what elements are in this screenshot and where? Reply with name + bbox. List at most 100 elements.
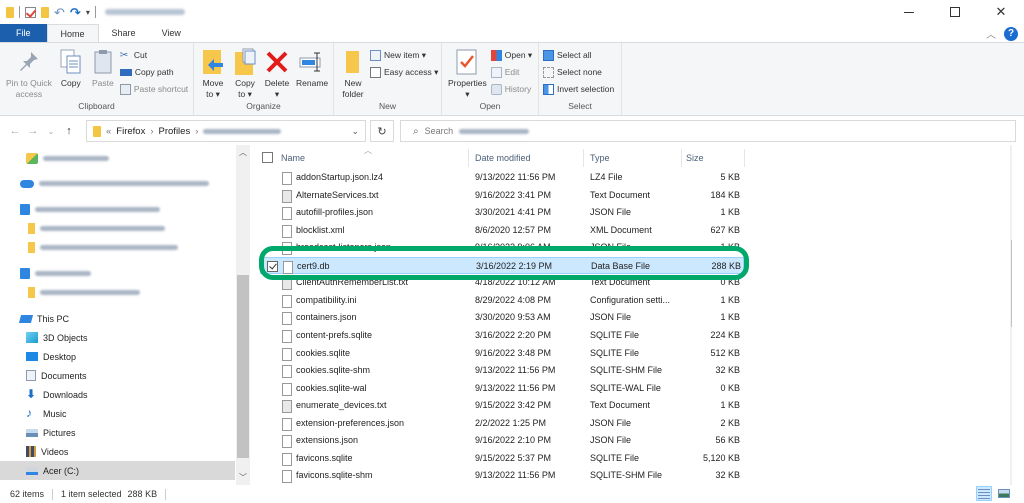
scroll-down-icon[interactable]: ﹀ [236, 472, 250, 483]
paste-shortcut-button[interactable]: Paste shortcut [119, 82, 188, 96]
nav-item-3d-objects[interactable]: 3D Objects [0, 328, 235, 347]
file-row[interactable]: cookies.sqlite-shm 9/13/2022 11:56 PM SQLI… [252, 362, 752, 380]
history-button[interactable]: History [490, 82, 532, 96]
tab-share[interactable]: Share [99, 24, 149, 42]
breadcrumb-separator[interactable]: › [150, 126, 153, 137]
file-row[interactable]: extension-preferences.json 2/2/2022 1:25 … [252, 415, 752, 433]
nav-item-this-pc[interactable]: This PC [0, 309, 235, 328]
details-view-button[interactable] [976, 486, 992, 501]
column-header-date[interactable]: Date modified [475, 153, 531, 163]
column-header-type[interactable]: Type [590, 153, 610, 163]
up-button[interactable]: ↑ [60, 125, 78, 137]
breadcrumb-overflow[interactable]: « [106, 126, 111, 137]
file-row[interactable]: broadcast-listeners.json 9/16/2022 9:06 A… [252, 239, 752, 257]
paste-button[interactable]: Paste [88, 47, 118, 89]
copy-to-button[interactable]: Copy to ▾ [230, 47, 260, 100]
file-row[interactable]: content-prefs.sqlite 3/16/2022 2:20 PM SQL… [252, 327, 752, 345]
column-divider[interactable] [744, 149, 745, 167]
nav-item-redacted[interactable] [0, 238, 235, 257]
breadcrumb-profiles[interactable]: Profiles [159, 126, 191, 137]
new-folder-button[interactable]: New folder [338, 47, 368, 100]
file-row[interactable]: blocklist.xml 8/6/2020 12:57 PM XML Docume… [252, 222, 752, 240]
properties-button[interactable]: Properties ▾ [446, 47, 489, 100]
search-box[interactable]: ⌕ Search [400, 120, 1016, 142]
back-button[interactable]: ← [6, 125, 24, 137]
copy-button[interactable]: Copy [56, 47, 86, 89]
file-row[interactable]: ClientAuthRememberList.txt 4/18/2022 10:1… [252, 274, 752, 292]
customize-qat-chevron-icon[interactable]: ▾ [86, 8, 90, 17]
file-row[interactable]: cookies.sqlite-wal 9/13/2022 11:56 PM SQLI… [252, 380, 752, 398]
nav-item-redacted[interactable] [0, 219, 235, 238]
new-folder-qat-icon[interactable] [41, 6, 49, 18]
file-row[interactable]: containers.json 3/30/2020 9:53 AM JSON Fil… [252, 309, 752, 327]
scroll-up-icon[interactable]: ︿ [236, 147, 250, 158]
address-bar[interactable]: « Firefox › Profiles › ⌄ [86, 120, 366, 142]
copy-path-button[interactable]: Copy path [119, 65, 188, 79]
help-icon[interactable]: ? [1004, 26, 1018, 41]
file-row[interactable]: autofill-profiles.json 3/30/2021 4:41 PM J… [252, 204, 752, 222]
rename-button[interactable]: Rename [294, 47, 330, 89]
tab-home[interactable]: Home [46, 24, 99, 42]
nav-item-onedrive-redacted[interactable] [0, 174, 235, 193]
file-row[interactable]: favicons.sqlite 9/15/2022 5:37 PM SQLITE F… [252, 450, 752, 468]
refresh-button[interactable]: ↻ [370, 120, 394, 142]
file-list-scrollbar[interactable]: ︿ ﹀ [1010, 145, 1012, 485]
nav-item-pictures[interactable]: Pictures [0, 423, 235, 442]
file-row[interactable]: extensions.json 9/16/2022 2:10 PM JSON Fil… [252, 432, 752, 450]
cut-button[interactable]: ✂ Cut [120, 48, 188, 62]
row-checkbox[interactable] [267, 260, 278, 272]
file-row[interactable]: compatibility.ini 8/29/2022 4:08 PM Config… [252, 292, 752, 310]
tab-view[interactable]: View [149, 24, 194, 42]
delete-button[interactable]: Delete ▾ [262, 47, 292, 100]
column-divider[interactable] [681, 149, 682, 167]
nav-item-redacted[interactable] [0, 283, 235, 302]
select-all-button[interactable]: Select all [543, 48, 614, 62]
edit-button[interactable]: Edit [490, 65, 532, 79]
file-row[interactable]: cookies.sqlite 9/16/2022 3:48 PM SQLITE Fi… [252, 345, 752, 363]
collapse-ribbon-icon[interactable]: ︿ [986, 26, 996, 41]
new-item-button[interactable]: New item ▾ [370, 48, 438, 62]
column-divider[interactable] [583, 149, 584, 167]
forward-button[interactable]: → [24, 125, 42, 137]
recent-locations-button[interactable]: ⌄ [42, 127, 60, 136]
nav-scrollbar[interactable]: ︿ ﹀ [236, 145, 250, 485]
invert-selection-button[interactable]: Invert selection [543, 82, 614, 96]
scroll-down-icon[interactable]: ﹀ [1010, 472, 1012, 483]
maximize-button[interactable] [932, 0, 978, 24]
select-none-button[interactable]: Select none [543, 65, 614, 79]
file-list-scrollbar-thumb[interactable] [1011, 240, 1012, 327]
minimize-button[interactable] [886, 0, 932, 24]
nav-item-redacted[interactable] [0, 264, 235, 283]
nav-scrollbar-thumb[interactable] [237, 275, 249, 458]
nav-item-videos[interactable]: Videos [0, 442, 235, 461]
file-row[interactable]: AlternateServices.txt 9/16/2022 3:41 PM Te… [252, 187, 752, 205]
nav-item-redacted[interactable] [0, 200, 235, 219]
open-button[interactable]: Open ▾ [490, 48, 532, 62]
scroll-up-icon[interactable]: ︿ [1010, 147, 1012, 158]
nav-item-acer-c[interactable]: Acer (C:) [0, 461, 235, 480]
column-divider[interactable] [468, 149, 469, 167]
nav-item-documents[interactable]: Documents [0, 366, 235, 385]
tab-file[interactable]: File [0, 24, 47, 42]
easy-access-button[interactable]: Easy access ▾ [370, 65, 438, 79]
move-to-button[interactable]: Move to ▾ [198, 47, 228, 100]
breadcrumb-firefox[interactable]: Firefox [116, 126, 145, 137]
large-icons-view-button[interactable] [996, 486, 1012, 501]
select-all-checkbox[interactable] [262, 152, 273, 163]
address-dropdown-chevron-icon[interactable]: ⌄ [351, 126, 359, 137]
file-row[interactable]: addonStartup.json.lz4 9/13/2022 11:56 PM L… [252, 169, 752, 187]
breadcrumb-profile-folder-redacted[interactable] [203, 128, 282, 134]
redo-icon[interactable]: ↷ [70, 6, 81, 19]
nav-item-desktop[interactable]: Desktop [0, 347, 235, 366]
close-button[interactable]: ✕ [978, 0, 1024, 24]
nav-item-redacted[interactable] [0, 149, 235, 168]
file-row-selected[interactable]: cert9.db 3/16/2022 2:19 PM Data Base File 2… [260, 256, 744, 275]
undo-icon[interactable]: ↶ [54, 6, 65, 19]
pin-to-quick-access-button[interactable]: Pin to Quick access [4, 47, 54, 100]
nav-item-downloads[interactable]: ⬇ Downloads [0, 385, 235, 404]
file-row[interactable]: favicons.sqlite-shm 9/13/2022 11:56 PM SQL… [252, 467, 752, 485]
column-header-name[interactable]: Name [281, 153, 305, 163]
file-row[interactable]: enumerate_devices.txt 9/15/2022 3:42 PM Te… [252, 397, 752, 415]
column-header-size[interactable]: Size [686, 153, 704, 163]
nav-item-music[interactable]: ♪ Music [0, 404, 235, 423]
